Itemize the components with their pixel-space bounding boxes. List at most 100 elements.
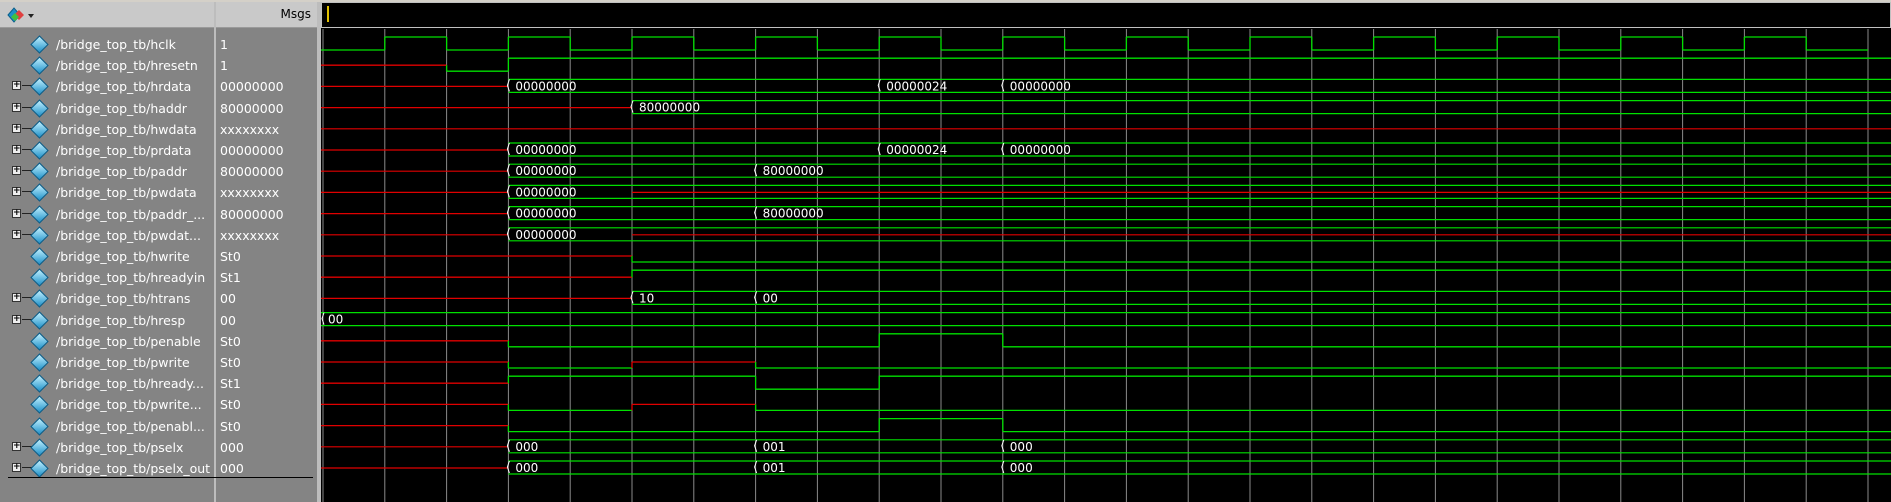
signal-row[interactable]: /bridge_top_tb/pwrite: [0, 352, 214, 373]
expand-icon[interactable]: +: [12, 81, 21, 91]
signal-diamond-icon: [30, 459, 49, 478]
expand-icon[interactable]: +: [12, 293, 21, 303]
bus-value-label: 00000000: [1010, 143, 1071, 157]
signal-value-row: St0: [216, 394, 317, 415]
signal-value-row: 00: [216, 310, 317, 331]
signal-value-row: 00000000: [216, 76, 317, 97]
signal-name: /bridge_top_tb/pwdata: [56, 185, 197, 201]
signal-row[interactable]: + /bridge_top_tb/hrdata: [0, 76, 214, 97]
signal-name: /bridge_top_tb/pwrite: [56, 355, 190, 370]
signal-value: xxxxxxxx: [220, 121, 280, 137]
signal-value: 80000000: [220, 164, 284, 180]
bus-value-label: 00: [763, 291, 778, 305]
signal-diamond-icon: [30, 332, 49, 351]
signal-name: /bridge_top_tb/prdata: [56, 143, 192, 158]
expand-icon[interactable]: +: [12, 441, 21, 451]
signal-diamond-icon: [30, 353, 49, 372]
signal-row[interactable]: + /bridge_top_tb/paddr: [0, 161, 214, 182]
bus-value-label: 00000000: [515, 79, 576, 93]
signal-row[interactable]: /bridge_top_tb/penabl...: [0, 416, 214, 437]
signal-diamond-icon: [30, 310, 49, 330]
signal-value: xxxxxxxx: [220, 227, 280, 243]
signal-name: /bridge_top_tb/hrdata: [56, 79, 192, 95]
expand-icon[interactable]: +: [12, 145, 21, 154]
bus-value-label: 000: [1010, 440, 1033, 454]
signal-name: /bridge_top_tb/paddr: [56, 164, 187, 180]
signal-row[interactable]: /bridge_top_tb/hready...: [0, 373, 214, 394]
bus-value-label: 000: [515, 440, 538, 454]
signal-row[interactable]: /bridge_top_tb/penable: [0, 331, 214, 352]
wave-window-logo-icon[interactable]: [6, 6, 36, 28]
signal-row[interactable]: /bridge_top_tb/pwrite...: [0, 394, 214, 415]
signal-name: /bridge_top_tb/pwrite...: [56, 397, 202, 413]
signal-diamond-icon: [30, 120, 49, 139]
signal-name: /bridge_top_tb/paddr_...: [56, 206, 206, 222]
signal-row[interactable]: + /bridge_top_tb/htrans: [0, 288, 214, 309]
expand-icon[interactable]: +: [12, 208, 21, 218]
cursor-marker[interactable]: [327, 6, 329, 22]
signal-name: /bridge_top_tb/hwdata: [56, 121, 197, 137]
bus-value-label: 001: [763, 440, 786, 454]
signal-row[interactable]: + /bridge_top_tb/pselx_out: [0, 458, 214, 479]
bus-value-label: 00000000: [515, 164, 576, 178]
expand-icon[interactable]: +: [12, 463, 21, 472]
signal-diamond-icon: [30, 289, 49, 309]
signal-value-row: St1: [216, 267, 317, 288]
names-header: [0, 2, 214, 28]
signal-name: /bridge_top_tb/hreadyin: [56, 270, 206, 286]
expand-icon[interactable]: +: [12, 187, 21, 197]
signal-name: /bridge_top_tb/pwdat...: [56, 227, 201, 243]
signal-row[interactable]: + /bridge_top_tb/hresp: [0, 310, 214, 331]
expand-icon[interactable]: +: [12, 229, 21, 239]
expand-icon[interactable]: +: [12, 102, 21, 112]
signal-value-row: St1: [216, 373, 317, 394]
time-cursor-bar[interactable]: [321, 2, 1891, 28]
signal-diamond-icon: [30, 162, 49, 181]
signal-row[interactable]: + /bridge_top_tb/prdata: [0, 140, 214, 161]
bus-value-label: 00000000: [515, 228, 576, 242]
signal-value-row: 80000000: [216, 98, 317, 119]
waveform-pane[interactable]: 00000000 00000024 000000008000000000000000…: [321, 29, 1891, 502]
signal-value: St1: [220, 270, 241, 286]
signal-value: St0: [220, 397, 241, 413]
signal-diamond-icon: [30, 183, 49, 203]
signal-diamond-icon: [30, 416, 49, 436]
signal-value-row: 80000000: [216, 204, 317, 225]
signal-value: 000: [220, 439, 244, 455]
signal-value: 1: [220, 37, 228, 52]
signal-row[interactable]: /bridge_top_tb/hresetn: [0, 55, 214, 76]
signal-diamond-icon: [30, 141, 49, 160]
signal-value-row: 000: [216, 437, 317, 458]
signal-diamond-icon: [30, 226, 49, 245]
signal-value: St0: [220, 333, 241, 349]
expand-icon[interactable]: +: [12, 123, 21, 133]
signal-row[interactable]: /bridge_top_tb/hreadyin: [0, 267, 214, 288]
signal-row[interactable]: + /bridge_top_tb/hwdata: [0, 119, 214, 140]
signal-row[interactable]: /bridge_top_tb/hclk: [0, 34, 214, 55]
bus-value-label: 80000000: [763, 164, 824, 178]
signal-row[interactable]: + /bridge_top_tb/paddr_...: [0, 204, 214, 225]
bus-value-label: 00000000: [515, 185, 576, 199]
signal-diamond-icon: [30, 35, 49, 54]
signal-name: /bridge_top_tb/hready...: [56, 376, 204, 392]
signal-row[interactable]: + /bridge_top_tb/haddr: [0, 98, 214, 119]
signal-value-row: St0: [216, 246, 317, 267]
signal-name: /bridge_top_tb/htrans: [56, 291, 191, 307]
signal-row[interactable]: + /bridge_top_tb/pwdat...: [0, 225, 214, 246]
expand-icon[interactable]: +: [12, 166, 21, 176]
bus-value-label: 80000000: [763, 207, 824, 221]
signal-name: /bridge_top_tb/penabl...: [56, 418, 205, 434]
signal-row[interactable]: + /bridge_top_tb/pwdata: [0, 182, 214, 203]
bus-value-label: 00: [328, 313, 343, 327]
signal-value: 00: [220, 291, 236, 307]
signal-value-row: St0: [216, 416, 317, 437]
expand-icon[interactable]: +: [12, 314, 21, 324]
signal-row[interactable]: /bridge_top_tb/hwrite: [0, 246, 214, 267]
signal-diamond-icon: [30, 77, 49, 97]
bus-value-label: 00000000: [515, 207, 576, 221]
signal-diamond-icon: [30, 247, 49, 266]
signal-value: 00: [220, 312, 236, 328]
signal-value-row: St0: [216, 352, 317, 373]
signal-row[interactable]: + /bridge_top_tb/pselx: [0, 437, 214, 458]
signal-value: 80000000: [220, 206, 284, 222]
